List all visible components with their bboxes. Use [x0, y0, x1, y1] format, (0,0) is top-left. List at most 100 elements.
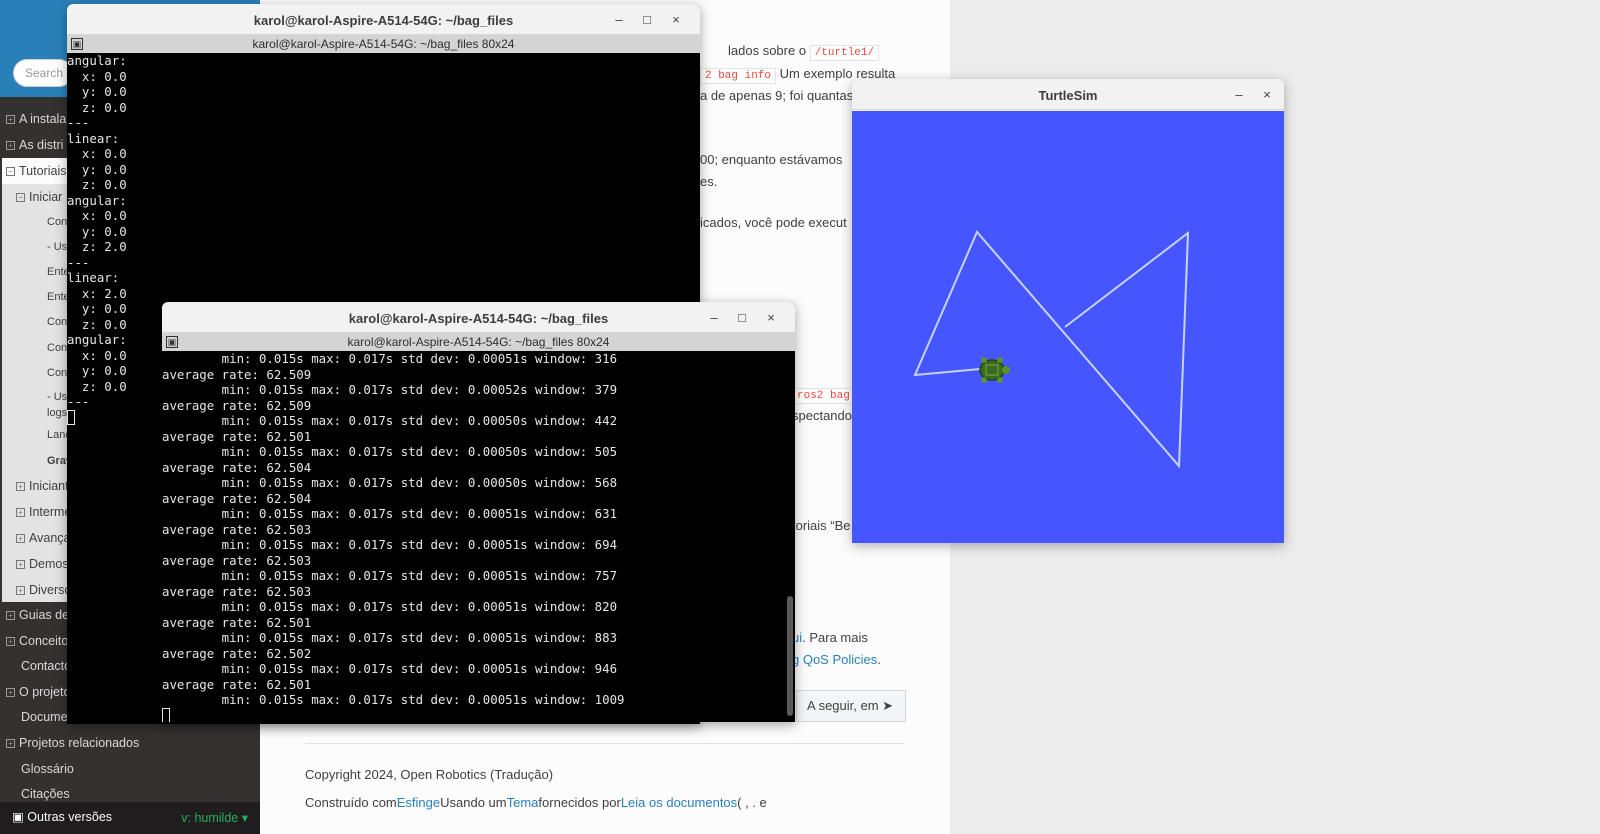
terminal1-title: karol@karol-Aspire-A514-54G: ~/bag_files — [253, 13, 514, 28]
toggle-icon[interactable]: + — [6, 115, 15, 124]
toggle-icon[interactable]: + — [16, 586, 25, 595]
sidebar-leaf[interactable]: Con — [47, 342, 67, 354]
terminal-line: y: 0.0 — [67, 84, 127, 99]
sidebar-leaf[interactable]: Con — [47, 216, 67, 228]
terminal-line: average rate: 62.501 — [162, 676, 312, 692]
turtlesim-titlebar[interactable]: TurtleSim – × — [852, 79, 1284, 110]
rtd-link[interactable]: Leia os documentos — [621, 795, 737, 810]
terminal1-titlebar[interactable]: karol@karol-Aspire-A514-54G: ~/bag_files… — [67, 4, 700, 35]
content-text: ui. Para mais — [792, 630, 868, 645]
inline-code: 2 bag info — [700, 68, 777, 84]
sidebar-item-top[interactable]: + As distri — [6, 138, 63, 152]
terminal-line: min: 0.015s max: 0.017s std dev: 0.00050… — [162, 475, 618, 490]
terminal-line: x: 0.0 — [67, 146, 127, 161]
versions-selector[interactable]: v: humilde ▾ — [181, 810, 248, 825]
sidebar-item-bottom[interactable]: Contacto — [6, 659, 71, 673]
terminal2-title: karol@karol-Aspire-A514-54G: ~/bag_files — [348, 311, 609, 326]
toggle-icon[interactable]: + — [6, 636, 15, 646]
terminal2-scrollbar[interactable] — [787, 596, 793, 716]
terminal-line: angular: — [67, 192, 127, 208]
copyright-text: Copyright 2024, Open Robotics (Tradução) — [305, 767, 554, 782]
sidebar-item-sub[interactable]: − Iniciar — [16, 190, 62, 204]
sidebar-item-top[interactable]: + A instala — [6, 112, 66, 126]
close-button[interactable]: × — [667, 11, 685, 29]
terminal-cursor — [67, 409, 75, 425]
toggle-icon[interactable]: + — [6, 687, 15, 697]
toggle-icon[interactable]: + — [6, 141, 15, 150]
terminal-line: x: 0.0 — [67, 208, 127, 223]
terminal1-tab-title: karol@karol-Aspire-A514-54G: ~/bag_files… — [252, 37, 515, 51]
content-text: a de apenas 9; foi quantas — [700, 88, 854, 103]
nav-label: As distri — [19, 138, 64, 152]
terminal-line: min: 0.015s max: 0.017s std dev: 0.00051… — [162, 599, 618, 614]
close-button[interactable]: × — [1258, 86, 1276, 104]
versions-label: Outras versões — [27, 810, 113, 824]
terminal-line: min: 0.015s max: 0.017s std dev: 0.00051… — [162, 630, 618, 645]
terminal-line: average rate: 62.504 — [162, 459, 312, 475]
terminal-line: z: 2.0 — [67, 239, 127, 254]
sidebar-leaf[interactable]: logs — [47, 407, 67, 419]
close-button[interactable]: × — [762, 309, 780, 327]
terminal-line: linear: — [67, 130, 120, 146]
minimize-button[interactable]: – — [1230, 86, 1248, 104]
toggle-icon[interactable]: + — [6, 611, 15, 620]
content-text: spectando — [792, 408, 852, 423]
sidebar-item-bottom[interactable]: Glossário — [6, 762, 74, 776]
maximize-button[interactable]: □ — [733, 309, 751, 327]
terminal-line: average rate: 62.502 — [162, 645, 312, 661]
toggle-icon[interactable]: − — [6, 167, 15, 176]
nav-label: Citações — [21, 787, 70, 802]
terminal-line: angular: — [67, 53, 127, 68]
sidebar-item-bottom[interactable]: + Conceitos — [6, 634, 75, 648]
terminal1-tabbar: ▣ karol@karol-Aspire-A514-54G: ~/bag_fil… — [67, 35, 700, 53]
turtlesim-canvas — [852, 111, 1284, 543]
nav-label: Glossário — [21, 761, 74, 776]
toggle-icon[interactable]: + — [16, 482, 25, 491]
sphinx-link[interactable]: Esfinge — [397, 795, 440, 810]
next-button[interactable]: A seguir, em ➤ — [796, 690, 906, 722]
caret-down-icon: ▾ — [241, 811, 248, 825]
nav-label: A instala — [19, 112, 67, 126]
nav-label: Projetos relacionados — [19, 736, 140, 750]
toggle-icon[interactable]: + — [16, 508, 25, 517]
nav-label: Contacto — [21, 659, 72, 674]
nav-label: Iniciar — [29, 190, 63, 204]
terminal-line: min: 0.015s max: 0.017s std dev: 0.00051… — [162, 351, 618, 366]
sidebar-item-current[interactable]: − Tutoriais — [6, 164, 66, 178]
terminal2-output[interactable]: min: 0.015s max: 0.017s std dev: 0.00051… — [162, 351, 795, 722]
terminal-line: min: 0.015s max: 0.017s std dev: 0.00051… — [162, 692, 625, 707]
nav-label: Tutoriais — [19, 164, 67, 178]
toggle-icon[interactable]: + — [16, 534, 25, 543]
content-text: icados, você pode execut — [700, 215, 847, 230]
sidebar-item-bottom[interactable]: + Projetos relacionados — [6, 736, 139, 750]
toggle-icon[interactable]: − — [16, 193, 25, 202]
theme-link[interactable]: Tema — [507, 795, 539, 810]
content-text: ros2 bag — [792, 386, 855, 404]
sidebar-leaf[interactable]: Con — [47, 367, 67, 379]
terminal2-titlebar[interactable]: karol@karol-Aspire-A514-54G: ~/bag_files… — [162, 302, 795, 333]
turtle-icon — [979, 357, 1010, 383]
terminal-line: y: 0.0 — [67, 161, 127, 177]
content-text: g QoS Policies. — [792, 652, 881, 667]
sidebar-leaf[interactable]: Con — [47, 316, 67, 328]
footer-text: Construído comEsfingeUsando umTemafornec… — [305, 795, 767, 810]
terminal-window-2[interactable]: karol@karol-Aspire-A514-54G: ~/bag_files… — [162, 302, 795, 722]
minimize-button[interactable]: – — [705, 309, 723, 327]
sidebar-item-bottom[interactable]: Citações — [6, 787, 70, 801]
content-text: 00; enquanto estávamos — [700, 152, 843, 167]
sidebar-leaf[interactable]: - Us — [47, 391, 67, 403]
footer-divider — [305, 743, 905, 744]
content-link[interactable]: g QoS Policies — [792, 652, 877, 667]
minimize-button[interactable]: – — [610, 11, 628, 29]
terminal-line: linear: — [67, 270, 120, 285]
versions-bar[interactable]: ▣ Outras versões v: humilde ▾ — [0, 802, 260, 834]
toggle-icon[interactable]: + — [6, 739, 15, 748]
turtlesim-window[interactable]: TurtleSim – × — [852, 79, 1284, 543]
sidebar-leaf[interactable]: - Us — [47, 241, 67, 253]
toggle-icon[interactable]: + — [16, 560, 25, 569]
search-input[interactable]: Search d — [13, 59, 73, 87]
turtle-path-drawing — [913, 230, 1190, 469]
maximize-button[interactable]: □ — [638, 11, 656, 29]
arrow-circle-right-icon: ➤ — [882, 698, 894, 713]
content-text: lados sobre o /turtle1/ — [728, 43, 880, 61]
